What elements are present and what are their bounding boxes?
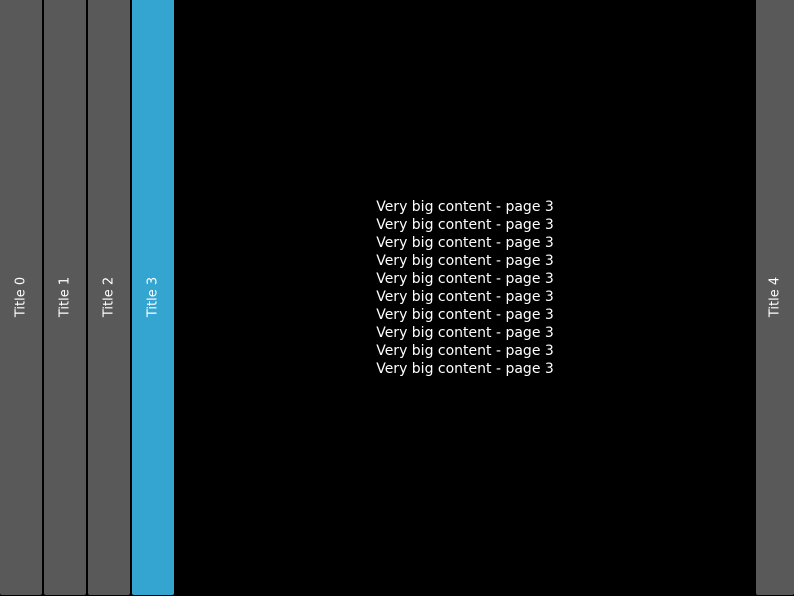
tab-label: Title 2: [101, 276, 117, 318]
tab-label: Title 3: [145, 276, 161, 318]
content-line: Very big content - page 3: [376, 289, 554, 305]
tab-title-2[interactable]: Title 2: [88, 0, 130, 595]
tab-title-4[interactable]: Title 4: [756, 0, 794, 595]
content-line: Very big content - page 3: [376, 235, 554, 251]
page-content: Very big content - page 3 Very big conte…: [174, 198, 756, 378]
tab-title-0[interactable]: Title 0: [0, 0, 42, 595]
content-line: Very big content - page 3: [376, 271, 554, 287]
content-line: Very big content - page 3: [376, 199, 554, 215]
tab-title-1[interactable]: Title 1: [44, 0, 86, 595]
tab-label: Title 1: [57, 276, 73, 318]
tab-label: Title 4: [767, 276, 783, 318]
tab-title-3[interactable]: Title 3: [132, 0, 174, 595]
content-line: Very big content - page 3: [376, 361, 554, 377]
content-line: Very big content - page 3: [376, 307, 554, 323]
tab-label: Title 0: [13, 276, 29, 318]
content-line: Very big content - page 3: [376, 217, 554, 233]
content-line: Very big content - page 3: [376, 253, 554, 269]
content-line: Very big content - page 3: [376, 343, 554, 359]
content-line: Very big content - page 3: [376, 325, 554, 341]
